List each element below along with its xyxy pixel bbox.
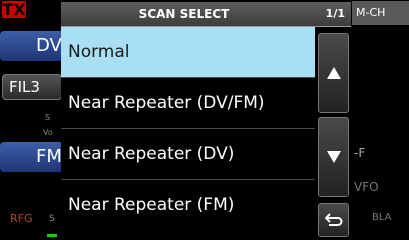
voltage-label: Vo [43, 128, 53, 137]
mode-fm-button[interactable]: FM [0, 142, 63, 172]
dialog-title: SCAN SELECT [138, 7, 230, 21]
list-item-normal[interactable]: Normal [61, 27, 315, 78]
page-indicator: 1/1 [325, 7, 345, 20]
filter-button[interactable]: FIL3 [2, 74, 62, 100]
right-f-label: -F [354, 146, 366, 160]
arrow-up-icon [326, 67, 341, 79]
arrow-down-icon [326, 151, 341, 163]
back-button[interactable] [318, 203, 349, 237]
scroll-controls [316, 27, 351, 238]
rf-gain-s-label: S [49, 214, 55, 224]
list-item-near-repeater-dv[interactable]: Near Repeater (DV) [61, 129, 315, 180]
return-icon [324, 213, 342, 226]
vfo-label: VFO [354, 180, 379, 194]
mode-dv-button[interactable]: DV [0, 31, 63, 61]
scroll-up-button[interactable] [318, 33, 349, 113]
memory-channel-label: M-CH [352, 1, 409, 25]
s-meter-label: S [45, 113, 51, 122]
scroll-down-button[interactable] [318, 117, 349, 197]
dialog-title-bar: SCAN SELECT 1/1 [61, 2, 351, 27]
scan-select-dialog: SCAN SELECT 1/1 Normal Near Repeater (DV… [61, 2, 351, 238]
rf-gain-label: RFG [10, 212, 33, 225]
list-item-near-repeater-dv-fm[interactable]: Near Repeater (DV/FM) [61, 78, 315, 129]
rf-gain-bar [47, 234, 57, 237]
right-bla-label: BLA [372, 212, 392, 223]
tx-indicator: TX [2, 0, 26, 19]
list-item-near-repeater-fm[interactable]: Near Repeater (FM) [61, 180, 315, 231]
